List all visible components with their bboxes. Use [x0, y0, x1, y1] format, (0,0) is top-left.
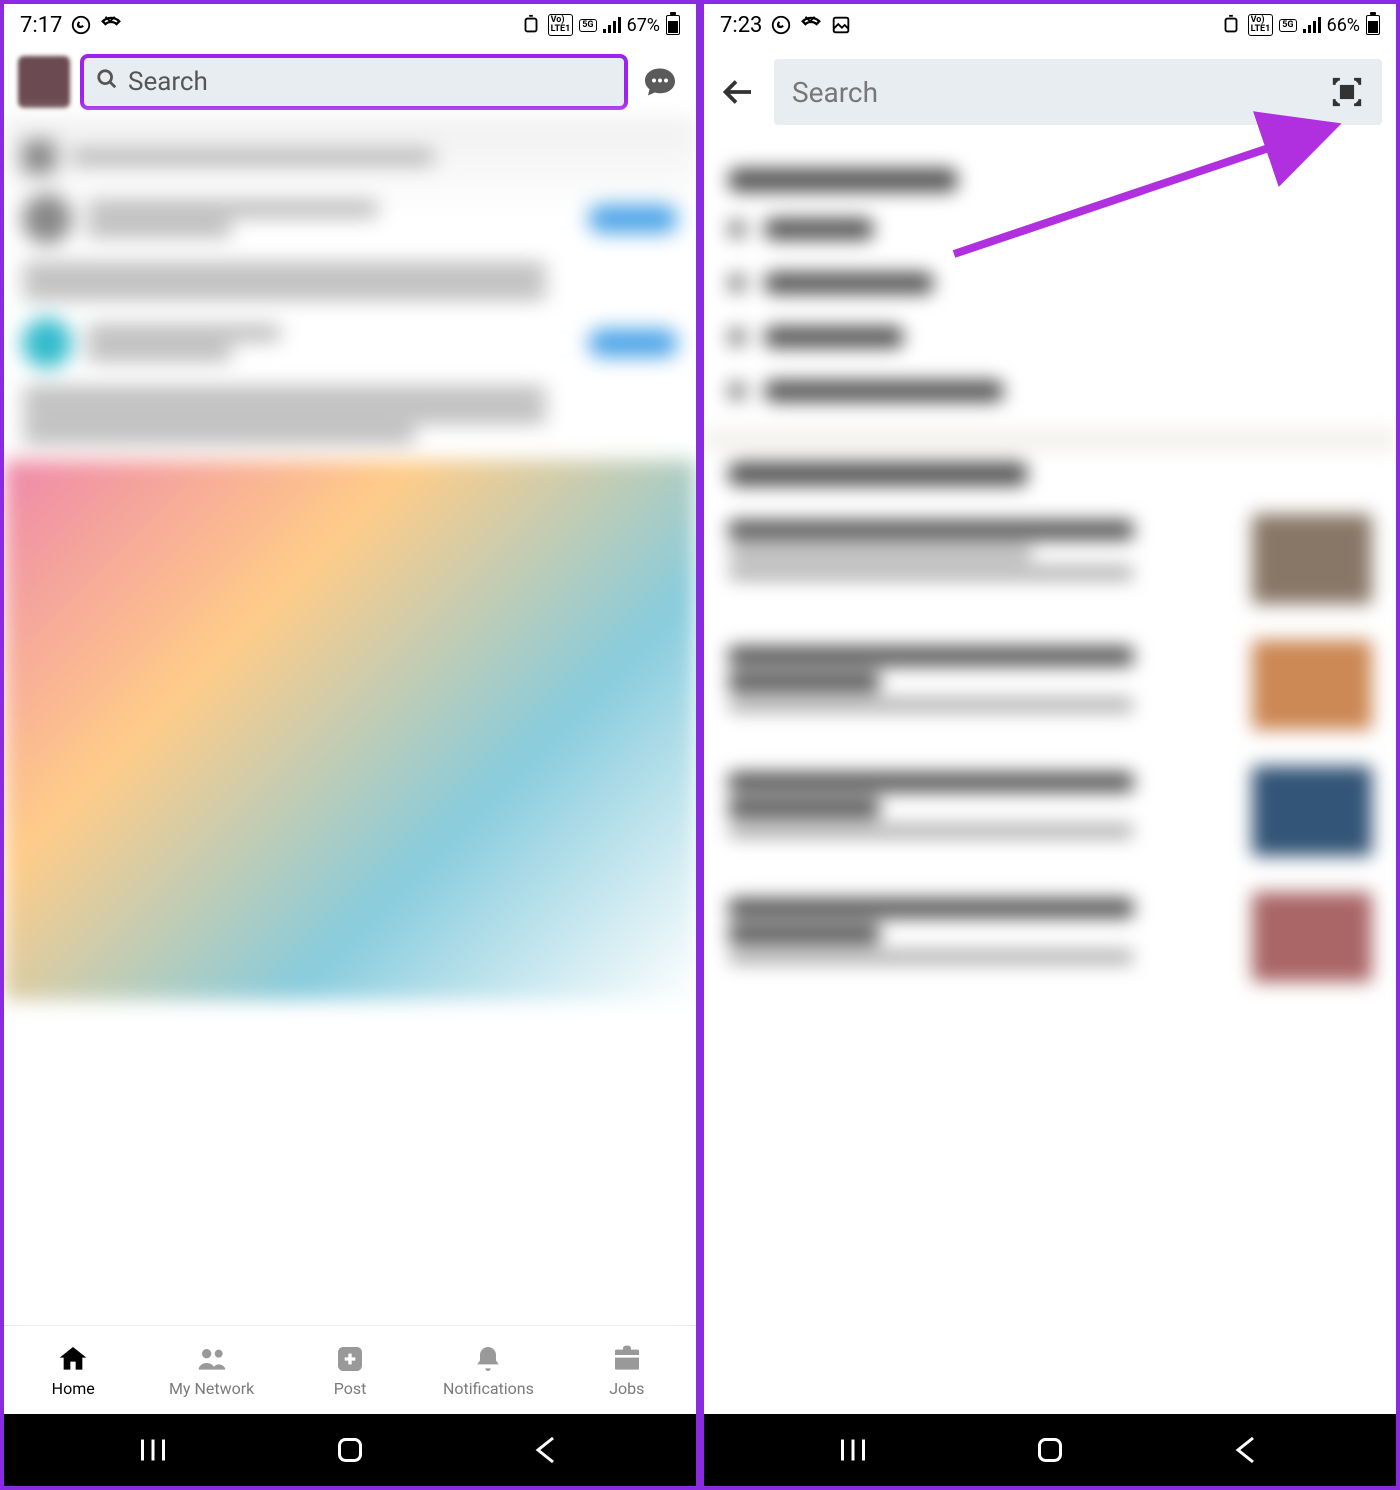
battery-icon: [666, 15, 680, 35]
nav-network-label: My Network: [169, 1379, 254, 1398]
nav-post[interactable]: Post: [281, 1326, 419, 1414]
battery-percent: 67%: [627, 15, 660, 36]
bell-icon: [472, 1343, 504, 1375]
search-icon: [96, 67, 118, 97]
back-button[interactable]: [1229, 1432, 1265, 1468]
nav-notifications[interactable]: Notifications: [419, 1326, 557, 1414]
back-button[interactable]: [529, 1432, 565, 1468]
right-screenshot: 7:23 Vo)LTE1 5G 66% Search: [704, 4, 1396, 1486]
clock: 7:17: [20, 13, 62, 38]
volte-icon: Vo)LTE1: [1248, 14, 1274, 36]
home-button[interactable]: [332, 1432, 368, 1468]
recents-button[interactable]: [835, 1432, 871, 1468]
nav-home-label: Home: [52, 1379, 95, 1398]
nav-notifications-label: Notifications: [443, 1379, 534, 1398]
search-input[interactable]: Search: [82, 56, 626, 108]
back-arrow[interactable]: [718, 71, 760, 113]
android-nav-bar: [4, 1414, 696, 1486]
messaging-button[interactable]: [638, 60, 682, 104]
app-header: Search: [4, 46, 696, 118]
nav-post-label: Post: [334, 1379, 367, 1398]
status-bar: 7:23 Vo)LTE1 5G 66%: [704, 4, 1396, 46]
home-button[interactable]: [1032, 1432, 1068, 1468]
battery-icon: [1366, 15, 1380, 35]
search-placeholder: Search: [128, 67, 208, 97]
missed-call-icon: [100, 14, 122, 36]
alarm-icon: [1220, 14, 1242, 36]
image-icon: [830, 14, 852, 36]
search-placeholder: Search: [792, 76, 878, 109]
post-icon: [334, 1343, 366, 1375]
signal-icon: [603, 17, 621, 33]
5g-icon: 5G: [1279, 19, 1296, 32]
volte-icon: Vo)LTE1: [548, 14, 574, 36]
nav-jobs-label: Jobs: [609, 1379, 644, 1398]
search-input[interactable]: Search: [774, 59, 1382, 125]
whatsapp-icon: [770, 14, 792, 36]
whatsapp-icon: [70, 14, 92, 36]
android-nav-bar: [704, 1414, 1396, 1486]
nav-jobs[interactable]: Jobs: [558, 1326, 696, 1414]
recents-button[interactable]: [135, 1432, 171, 1468]
5g-icon: 5G: [579, 19, 596, 32]
nav-home[interactable]: Home: [4, 1326, 142, 1414]
briefcase-icon: [611, 1343, 643, 1375]
missed-call-icon: [800, 14, 822, 36]
search-header: Search: [704, 46, 1396, 138]
clock: 7:23: [720, 13, 762, 38]
qr-scan-icon[interactable]: [1330, 75, 1364, 109]
search-suggestions-blurred: [704, 138, 1396, 1414]
nav-network[interactable]: My Network: [142, 1326, 280, 1414]
left-screenshot: 7:17 Vo)LTE1 5G 67%: [4, 4, 696, 1486]
signal-icon: [1303, 17, 1321, 33]
feed-content-blurred: [4, 118, 696, 1325]
home-icon: [57, 1343, 89, 1375]
bottom-nav: Home My Network Post Notifications Jobs: [4, 1325, 696, 1414]
status-bar: 7:17 Vo)LTE1 5G 67%: [4, 4, 696, 46]
battery-percent: 66%: [1327, 15, 1360, 36]
profile-avatar[interactable]: [18, 56, 70, 108]
alarm-icon: [520, 14, 542, 36]
network-icon: [196, 1343, 228, 1375]
